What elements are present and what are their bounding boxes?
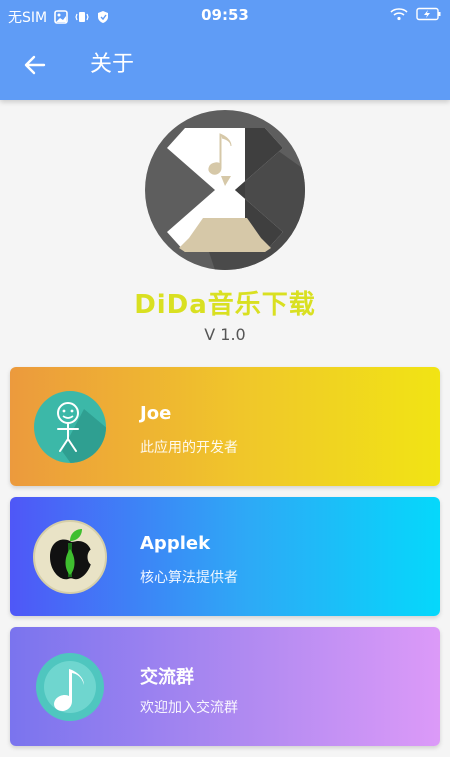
stick-figure-avatar-icon [34, 391, 106, 463]
music-note-avatar-icon [36, 653, 104, 721]
status-bar: 无SIM 09:53 [0, 0, 450, 32]
community-group-card[interactable]: 交流群 欢迎加入交流群 [10, 627, 440, 746]
wifi-icon [390, 8, 408, 21]
app-header: 无SIM 09:53 关于 [0, 0, 450, 100]
card-subtitle: 欢迎加入交流群 [140, 700, 238, 716]
status-right [390, 7, 442, 21]
page-title: 关于 [90, 52, 135, 77]
card-subtitle: 核心算法提供者 [140, 570, 238, 586]
battery-charging-icon [416, 7, 441, 21]
card-title: 交流群 [140, 667, 194, 688]
back-arrow-icon[interactable] [22, 52, 48, 78]
app-name: DiDa音乐下载 [134, 290, 316, 320]
card-title: Joe [140, 403, 172, 424]
apple-avatar-icon [33, 520, 107, 594]
app-version: V 1.0 [204, 325, 246, 344]
card-subtitle: 此应用的开发者 [140, 440, 238, 456]
developer-card[interactable]: Joe 此应用的开发者 [10, 367, 440, 486]
hourglass-music-icon [145, 110, 305, 270]
status-time: 09:53 [201, 6, 249, 24]
algorithm-provider-card[interactable]: Applek 核心算法提供者 [10, 497, 440, 616]
card-title: Applek [140, 533, 211, 554]
